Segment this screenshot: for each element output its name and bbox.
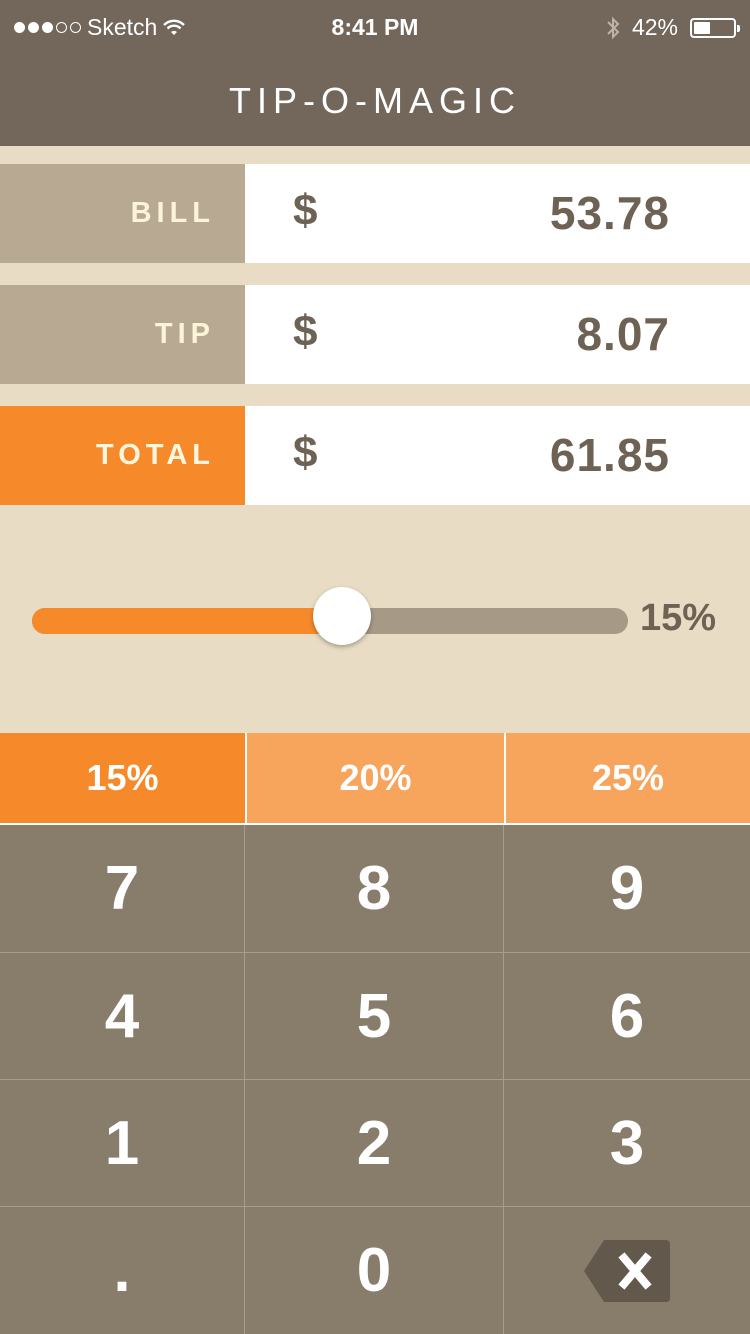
keypad: 7 8 9 4 5 6 1 2 3 . 0	[0, 823, 750, 1334]
key-8[interactable]: 8	[245, 825, 504, 953]
header: Sketch 8:41 PM 42% TIP-O-MAGIC	[0, 0, 750, 146]
key-4[interactable]: 4	[0, 953, 245, 1080]
bill-currency-symbol: $	[293, 186, 318, 235]
key-backspace[interactable]	[504, 1207, 750, 1334]
tip-currency-symbol: $	[293, 307, 318, 356]
slider-track-fill	[32, 608, 342, 634]
key-6[interactable]: 6	[504, 953, 750, 1080]
tip-row: TIP $ 8.07	[0, 285, 750, 384]
bill-label: BILL	[0, 164, 245, 263]
key-9[interactable]: 9	[504, 825, 750, 953]
key-1[interactable]: 1	[0, 1080, 245, 1207]
tip-slider[interactable]	[32, 587, 628, 645]
total-label: TOTAL	[0, 406, 245, 505]
slider-thumb[interactable]	[313, 587, 371, 645]
total-field[interactable]: $ 61.85	[245, 406, 750, 505]
key-3[interactable]: 3	[504, 1080, 750, 1207]
key-decimal[interactable]: .	[0, 1207, 245, 1334]
backspace-icon	[584, 1239, 670, 1302]
battery-icon	[690, 17, 740, 38]
total-row: TOTAL $ 61.85	[0, 406, 750, 505]
bill-row: BILL $ 53.78	[0, 164, 750, 263]
tip-percent-label: 15%	[640, 597, 717, 639]
total-currency-symbol: $	[293, 428, 318, 477]
battery-percent: 42%	[631, 14, 678, 40]
preset-25-button[interactable]: 25%	[504, 733, 750, 823]
bluetooth-icon	[607, 16, 620, 39]
tip-presets: 15% 20% 25%	[0, 733, 750, 823]
status-right: 42%	[606, 14, 740, 41]
app-title: TIP-O-MAGIC	[229, 80, 521, 121]
key-2[interactable]: 2	[245, 1080, 504, 1207]
status-bar: Sketch 8:41 PM 42%	[0, 0, 750, 56]
key-5[interactable]: 5	[245, 953, 504, 1080]
tip-value: 8.07	[576, 308, 670, 360]
preset-15-button[interactable]: 15%	[0, 733, 245, 823]
tip-field[interactable]: $ 8.07	[245, 285, 750, 384]
battery-fill	[694, 21, 710, 34]
key-7[interactable]: 7	[0, 825, 245, 953]
bill-input[interactable]: $ 53.78	[245, 164, 750, 263]
tip-label: TIP	[0, 285, 245, 384]
preset-20-button[interactable]: 20%	[245, 733, 504, 823]
total-value: 61.85	[549, 429, 670, 481]
bill-value: 53.78	[549, 187, 670, 239]
key-0[interactable]: 0	[245, 1207, 504, 1334]
